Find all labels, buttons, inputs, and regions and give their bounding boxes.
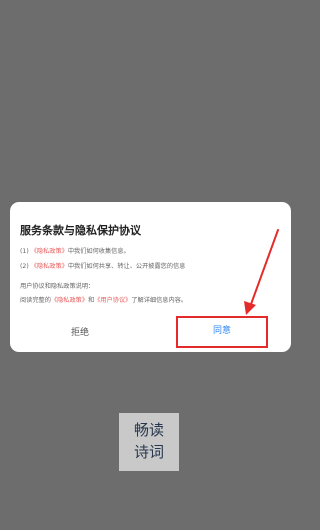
- item-2-prefix: (2): [20, 263, 31, 270]
- logo-line-1: 畅读: [133, 421, 164, 439]
- user-agreement-link[interactable]: 《用户协议》: [94, 297, 131, 304]
- policy-item-2: (2) 《隐私政策》中我们如何共享、转让、公开披露您的信息: [20, 261, 185, 270]
- privacy-policy-link-1[interactable]: 《隐私政策》: [31, 248, 68, 255]
- privacy-policy-link-2[interactable]: 《隐私政策》: [31, 263, 68, 270]
- privacy-dialog: 服务条款与隐私保护协议 (1) 《隐私政策》中我们如何收集信息。 (2) 《隐私…: [10, 202, 291, 352]
- read-suffix: 了解详细信息内容。: [131, 297, 188, 304]
- policy-item-1: (1) 《隐私政策》中我们如何收集信息。: [20, 246, 130, 255]
- item-1-prefix: (1): [20, 248, 31, 255]
- item-2-text: 中我们如何共享、转让、公开披露您的信息: [67, 263, 186, 270]
- reject-button[interactable]: 拒绝: [10, 318, 150, 348]
- privacy-policy-link-3[interactable]: 《隐私政策》: [51, 297, 88, 304]
- app-logo: 畅读 诗词: [119, 413, 179, 471]
- read-full-line: 阅读完整的《隐私政策》和《用户协议》了解详细信息内容。: [20, 295, 187, 304]
- logo-line-2: 诗词: [133, 443, 164, 461]
- agree-button[interactable]: 同意: [176, 316, 268, 346]
- read-prefix: 阅读完整的: [20, 297, 51, 304]
- item-1-text: 中我们如何收集信息。: [67, 248, 130, 255]
- policy-note: 用户协议和隐私政策说明：: [20, 283, 95, 290]
- dialog-title: 服务条款与隐私保护协议: [20, 224, 141, 237]
